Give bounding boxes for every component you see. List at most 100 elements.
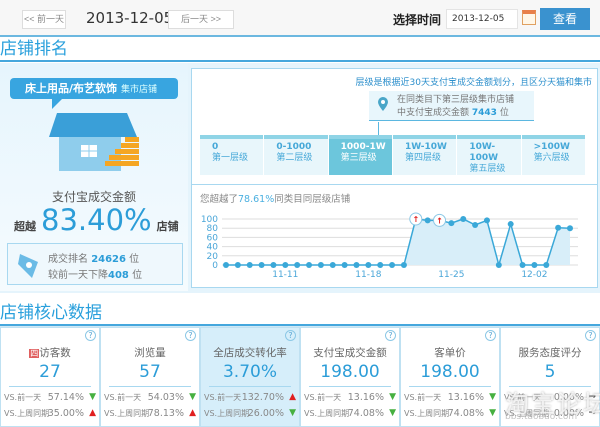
rank-box: 成交排名 24626 位 较前一天下降408 位: [7, 243, 183, 285]
x-tick-label: 11-18: [355, 270, 381, 280]
data-point: [365, 262, 372, 268]
calendar-icon[interactable]: [522, 10, 536, 25]
help-icon[interactable]: ?: [85, 330, 96, 341]
tier-2[interactable]: 0-1000 第二层级: [264, 135, 328, 175]
help-icon[interactable]: ?: [585, 330, 596, 341]
arrow-down-icon: ▼: [289, 408, 296, 418]
arrow-down-icon: ▼: [389, 392, 396, 402]
metric-name: 四访客数: [29, 347, 71, 359]
arrow-up-icon: ▲: [289, 392, 296, 402]
data-point: [424, 217, 431, 224]
data-point: [400, 262, 407, 268]
arrow-down-icon: ▼: [89, 392, 96, 402]
vs-prev-day: VS.前一天 13.16% ▼: [304, 392, 396, 403]
x-tick-label: 12-02: [521, 270, 547, 280]
rank-line: 成交排名 24626 位: [48, 254, 140, 265]
y-tick-label: 100: [201, 215, 218, 225]
data-point: [270, 262, 277, 268]
data-point: [258, 262, 265, 268]
change-line: 较前一天下降408 位: [48, 270, 143, 281]
metric-value: 3.70%: [222, 362, 277, 382]
data-point: [223, 262, 229, 268]
arrow-up-icon: ▲: [189, 408, 196, 418]
metric-name: 全店成交转化率: [213, 347, 287, 359]
tier-5[interactable]: 10W-100W 第五层级: [457, 135, 521, 175]
pin-line1: 在同类目下第三层级集市店铺: [397, 95, 515, 105]
view-button[interactable]: 查看: [540, 8, 590, 30]
category-bubble: 床上用品/布艺软饰 集市店铺: [10, 78, 178, 109]
data-point: [389, 262, 396, 268]
data-point: [341, 262, 348, 268]
data-point: [282, 262, 289, 268]
date-input[interactable]: [446, 9, 518, 29]
tier-note: 层级是根据近30天支付宝成交金额划分，且区分天猫和集市: [355, 78, 592, 88]
metric-value: 198.00: [420, 362, 480, 382]
data-point: [377, 262, 384, 268]
next-day-button[interactable]: 后一天 >>: [168, 10, 234, 29]
metric-value: 5: [544, 362, 556, 382]
tier-name: 第二层级: [276, 153, 313, 163]
rank-section: 床上用品/布艺软饰 集市店铺 支付宝成交金额 超越 83.40% 店铺 成交排名 24…: [0, 63, 600, 293]
up-arrow-icon: ↑: [412, 215, 419, 224]
tier-name: 第四层级: [404, 153, 441, 163]
vs-last-week: VS.上周同期 35.00% ▲: [4, 408, 96, 419]
y-tick-label: 40: [207, 243, 219, 253]
data-point: [246, 262, 253, 268]
arrow-down-icon: ▼: [489, 392, 496, 402]
tier-name: 第三层级: [340, 153, 377, 163]
tier-range: 10W-100W: [469, 142, 499, 163]
arrow-up-icon: ▲: [89, 408, 96, 418]
y-tick-label: 0: [212, 261, 218, 271]
help-icon[interactable]: ?: [285, 330, 296, 341]
money-icon: [18, 254, 38, 278]
prev-day-button[interactable]: << 前一天: [22, 10, 66, 29]
exceed-suffix: 店铺: [156, 220, 179, 233]
section-title-rank: 店铺排名: [0, 38, 600, 62]
tier-1[interactable]: 0 第一层级: [200, 135, 264, 175]
data-point: [483, 217, 490, 224]
data-point: [495, 262, 502, 268]
y-tick-label: 80: [207, 224, 219, 234]
data-point: [294, 262, 301, 268]
metric-value: 57: [139, 362, 161, 382]
rank-summary: 床上用品/布艺软饰 集市店铺 支付宝成交金额 超越 83.40% 店铺 成交排名 24…: [0, 63, 188, 291]
vs-last-week: VS.上周同期 74.08% ▼: [304, 408, 396, 419]
data-point: [353, 262, 360, 268]
vs-prev-day: VS.前一天 13.16% ▼: [404, 392, 496, 403]
exceed-line: 超越 83.40% 店铺: [14, 203, 184, 237]
line-chart: 020406080100 ↑ ↑ 11-11 11-18 11-25 12-02: [201, 212, 578, 280]
vs-last-week: VS.上周同期 78.13% ▲: [104, 408, 196, 419]
metric-card: ? 客单价 198.00 VS.前一天 13.16% ▼ VS.上周同期 74.08%…: [400, 327, 500, 427]
tier-range: 0-1000: [276, 142, 312, 152]
tier-6[interactable]: >100W 第六层级: [521, 135, 585, 175]
tier-position-box: 在同类目下第三层级集市店铺 中支付宝成交金额 7443 位: [369, 91, 534, 121]
tier-4[interactable]: 1W-10W 第四层级: [392, 135, 457, 175]
tier-3[interactable]: 1000-1W 第三层级: [328, 135, 392, 175]
metric-card: ? 浏览量 57 VS.前一天 54.03% ▼ VS.上周同期 78.13% ▲: [100, 327, 200, 427]
metric-value: 198.00: [320, 362, 380, 382]
data-point: [448, 220, 455, 227]
tier-range: 1W-10W: [404, 142, 447, 152]
pin-value: 7443: [471, 108, 497, 118]
data-point: [317, 262, 324, 268]
top-bar: << 前一天 2013-12-05 后一天 >> 选择时间 查看: [0, 0, 600, 37]
tier-name: 第五层级: [469, 164, 506, 174]
data-point: [531, 262, 538, 268]
store-icon: [49, 113, 139, 171]
arrow-down-icon: ▼: [189, 392, 196, 402]
metric-value: 27: [39, 362, 61, 382]
market-type: 集市店铺: [121, 85, 158, 95]
arrow-down-icon: ▼: [389, 408, 396, 418]
data-point: [329, 262, 336, 268]
data-point: [567, 225, 573, 232]
x-tick-label: 11-11: [272, 270, 298, 280]
current-date: 2013-12-05: [86, 9, 174, 27]
select-time-label: 选择时间: [393, 13, 442, 27]
vs-last-week: VS.上周同期 74.08% ▼: [404, 408, 496, 419]
vs-prev-day: VS.前一天 57.14% ▼: [4, 392, 96, 403]
help-icon[interactable]: ?: [385, 330, 396, 341]
category-name: 床上用品/布艺软饰: [25, 82, 118, 95]
help-icon[interactable]: ?: [185, 330, 196, 341]
data-point: [306, 262, 313, 268]
help-icon[interactable]: ?: [485, 330, 496, 341]
